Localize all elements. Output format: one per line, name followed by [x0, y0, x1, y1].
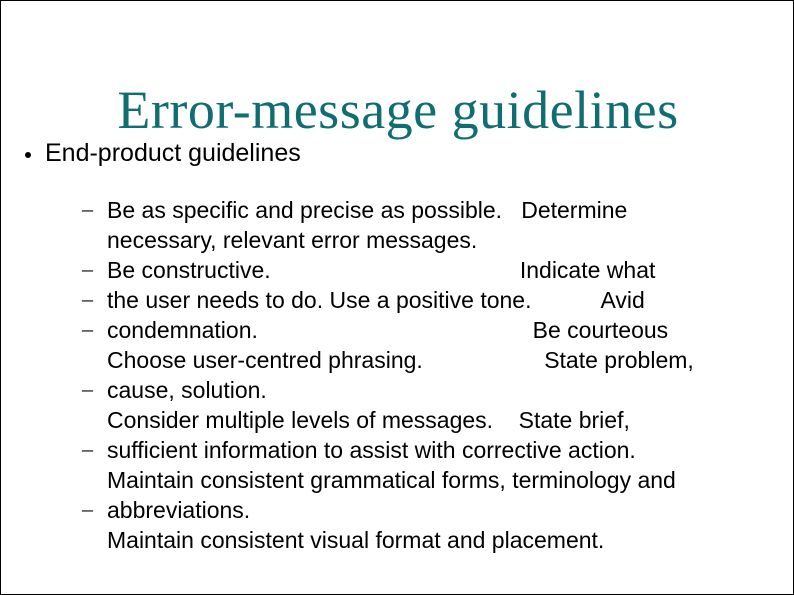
line-text: the user needs to do. Use a positive ton…: [107, 285, 645, 315]
dash-icon: –: [82, 494, 93, 524]
dash-icon: –: [82, 284, 93, 314]
line-text: Choose user-centred phrasing. State prob…: [107, 345, 694, 375]
dash-icon: –: [82, 374, 93, 404]
list-item: necessary, relevant error messages.: [97, 225, 773, 255]
line-text: Maintain consistent visual format and pl…: [107, 525, 604, 555]
slide: Error-message guidelines End-product gui…: [0, 0, 794, 595]
line-text: abbreviations.: [107, 495, 250, 525]
line-text: condemnation. Be courteous: [107, 315, 668, 345]
list-item: Choose user-centred phrasing. State prob…: [97, 345, 773, 375]
bullet-dot-icon: [25, 152, 31, 158]
bullet-text: End-product guidelines: [45, 138, 301, 168]
list-item: – condemnation. Be courteous: [97, 315, 773, 345]
line-text: sufficient information to assist with co…: [107, 435, 636, 465]
list-item: – Be constructive. Indicate what: [97, 255, 773, 285]
sub-list: – Be as specific and precise as possible…: [97, 195, 773, 555]
list-item: – Be as specific and precise as possible…: [97, 195, 773, 225]
list-item: – cause, solution.: [97, 375, 773, 405]
list-item: Maintain consistent grammatical forms, t…: [97, 465, 773, 495]
list-item: Consider multiple levels of messages. St…: [97, 405, 773, 435]
line-text: Consider multiple levels of messages. St…: [107, 405, 630, 435]
line-text: Maintain consistent grammatical forms, t…: [107, 465, 676, 495]
list-item: Maintain consistent visual format and pl…: [97, 525, 773, 555]
dash-icon: –: [82, 194, 93, 224]
list-item: – sufficient information to assist with …: [97, 435, 773, 465]
line-text: Be constructive. Indicate what: [107, 255, 655, 285]
line-text: cause, solution.: [107, 375, 267, 405]
main-bullet: End-product guidelines: [25, 138, 765, 168]
dash-icon: –: [82, 254, 93, 284]
dash-icon: –: [82, 434, 93, 464]
slide-title: Error-message guidelines: [1, 83, 794, 137]
dash-icon: –: [82, 314, 93, 344]
line-text: Be as specific and precise as possible. …: [107, 195, 627, 225]
list-item: – abbreviations.: [97, 495, 773, 525]
list-item: – the user needs to do. Use a positive t…: [97, 285, 773, 315]
line-text: necessary, relevant error messages.: [107, 225, 477, 255]
